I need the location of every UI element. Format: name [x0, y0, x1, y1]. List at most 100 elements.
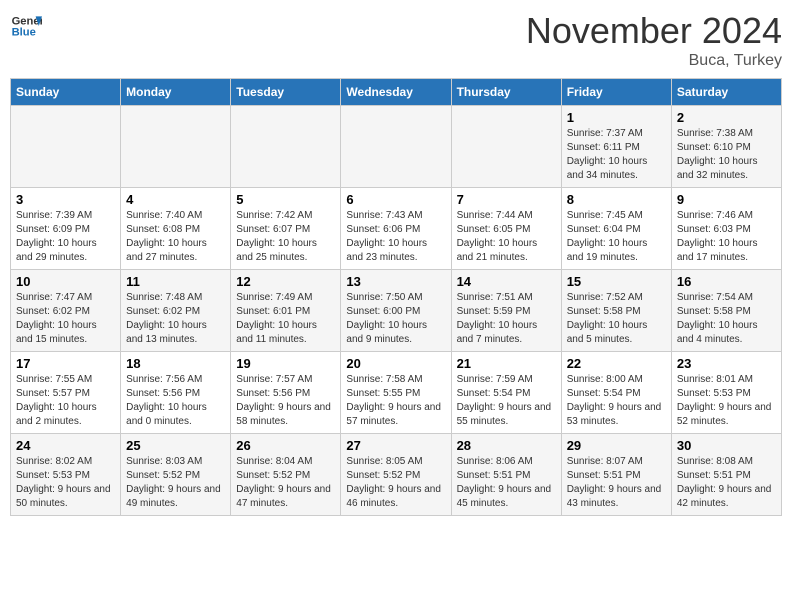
calendar-body: 1 Sunrise: 7:37 AM Sunset: 6:11 PM Daylig…	[11, 106, 782, 516]
day-info: Sunrise: 7:49 AM Sunset: 6:01 PM Dayligh…	[236, 291, 335, 347]
calendar-week-3: 17 Sunrise: 7:55 AM Sunset: 5:57 PM Dayli…	[11, 352, 782, 434]
day-info: Sunrise: 8:08 AM Sunset: 5:51 PM Dayligh…	[677, 455, 776, 511]
location-subtitle: Buca, Turkey	[526, 52, 782, 70]
day-number: 26	[236, 438, 335, 453]
day-info: Sunrise: 7:47 AM Sunset: 6:02 PM Dayligh…	[16, 291, 115, 347]
day-info: Sunrise: 8:05 AM Sunset: 5:52 PM Dayligh…	[346, 455, 445, 511]
day-info: Sunrise: 8:07 AM Sunset: 5:51 PM Dayligh…	[567, 455, 666, 511]
day-info: Sunrise: 8:03 AM Sunset: 5:52 PM Dayligh…	[126, 455, 225, 511]
day-number: 17	[16, 356, 115, 371]
day-number: 5	[236, 192, 335, 207]
calendar-cell: 3 Sunrise: 7:39 AM Sunset: 6:09 PM Daylig…	[11, 188, 121, 270]
calendar-cell: 23Sunrise: 8:01 AM Sunset: 5:53 PM Dayli…	[671, 352, 781, 434]
day-info: Sunrise: 7:39 AM Sunset: 6:09 PM Dayligh…	[16, 209, 115, 265]
calendar-cell	[231, 106, 341, 188]
day-info: Sunrise: 7:57 AM Sunset: 5:56 PM Dayligh…	[236, 373, 335, 429]
day-number: 30	[677, 438, 776, 453]
calendar-header-row: SundayMondayTuesdayWednesdayThursdayFrid…	[11, 79, 782, 106]
day-number: 28	[457, 438, 556, 453]
calendar-cell: 24 Sunrise: 8:02 AM Sunset: 5:53 PM Dayli…	[11, 434, 121, 516]
day-number: 12	[236, 274, 335, 289]
calendar-cell: 28 Sunrise: 8:06 AM Sunset: 5:51 PM Dayli…	[451, 434, 561, 516]
calendar-cell: 8 Sunrise: 7:45 AM Sunset: 6:04 PM Daylig…	[561, 188, 671, 270]
day-info: Sunrise: 7:37 AM Sunset: 6:11 PM Dayligh…	[567, 127, 666, 183]
calendar-cell: 21Sunrise: 7:59 AM Sunset: 5:54 PM Dayli…	[451, 352, 561, 434]
day-info: Sunrise: 8:00 AM Sunset: 5:54 PM Dayligh…	[567, 373, 666, 429]
calendar-cell: 12 Sunrise: 7:49 AM Sunset: 6:01 PM Dayli…	[231, 270, 341, 352]
calendar-cell: 30 Sunrise: 8:08 AM Sunset: 5:51 PM Dayli…	[671, 434, 781, 516]
day-number: 10	[16, 274, 115, 289]
month-title: November 2024	[526, 10, 782, 52]
calendar-cell: 19 Sunrise: 7:57 AM Sunset: 5:56 PM Dayli…	[231, 352, 341, 434]
day-info: Sunrise: 7:54 AM Sunset: 5:58 PM Dayligh…	[677, 291, 776, 347]
day-number: 18	[126, 356, 225, 371]
logo-icon: General Blue	[10, 10, 42, 42]
day-number: 15	[567, 274, 666, 289]
calendar-table: SundayMondayTuesdayWednesdayThursdayFrid…	[10, 78, 782, 516]
day-number: 19	[236, 356, 335, 371]
day-info: Sunrise: 7:38 AM Sunset: 6:10 PM Dayligh…	[677, 127, 776, 183]
day-info: Sunrise: 8:01 AM Sunset: 5:53 PM Dayligh…	[677, 373, 776, 429]
header-day-friday: Friday	[561, 79, 671, 106]
day-number: 9	[677, 192, 776, 207]
day-info: Sunrise: 8:04 AM Sunset: 5:52 PM Dayligh…	[236, 455, 335, 511]
header-day-thursday: Thursday	[451, 79, 561, 106]
page-header: General Blue November 2024 Buca, Turkey	[10, 10, 782, 70]
day-number: 24	[16, 438, 115, 453]
calendar-cell: 16 Sunrise: 7:54 AM Sunset: 5:58 PM Dayli…	[671, 270, 781, 352]
day-info: Sunrise: 7:52 AM Sunset: 5:58 PM Dayligh…	[567, 291, 666, 347]
calendar-cell: 20 Sunrise: 7:58 AM Sunset: 5:55 PM Dayli…	[341, 352, 451, 434]
calendar-cell	[121, 106, 231, 188]
day-info: Sunrise: 8:06 AM Sunset: 5:51 PM Dayligh…	[457, 455, 556, 511]
day-number: 2	[677, 110, 776, 125]
calendar-cell: 10 Sunrise: 7:47 AM Sunset: 6:02 PM Dayli…	[11, 270, 121, 352]
day-info: Sunrise: 7:44 AM Sunset: 6:05 PM Dayligh…	[457, 209, 556, 265]
calendar-cell: 22 Sunrise: 8:00 AM Sunset: 5:54 PM Dayli…	[561, 352, 671, 434]
day-number: 3	[16, 192, 115, 207]
logo: General Blue	[10, 10, 42, 42]
calendar-cell: 2 Sunrise: 7:38 AM Sunset: 6:10 PM Daylig…	[671, 106, 781, 188]
day-number: 25	[126, 438, 225, 453]
calendar-cell: 18 Sunrise: 7:56 AM Sunset: 5:56 PM Dayli…	[121, 352, 231, 434]
day-number: 22	[567, 356, 666, 371]
day-number: 20	[346, 356, 445, 371]
calendar-cell: 9 Sunrise: 7:46 AM Sunset: 6:03 PM Daylig…	[671, 188, 781, 270]
day-info: Sunrise: 7:56 AM Sunset: 5:56 PM Dayligh…	[126, 373, 225, 429]
day-info: Sunrise: 7:45 AM Sunset: 6:04 PM Dayligh…	[567, 209, 666, 265]
day-info: Sunrise: 8:02 AM Sunset: 5:53 PM Dayligh…	[16, 455, 115, 511]
calendar-week-4: 24 Sunrise: 8:02 AM Sunset: 5:53 PM Dayli…	[11, 434, 782, 516]
calendar-cell: 11Sunrise: 7:48 AM Sunset: 6:02 PM Dayli…	[121, 270, 231, 352]
day-info: Sunrise: 7:42 AM Sunset: 6:07 PM Dayligh…	[236, 209, 335, 265]
day-number: 1	[567, 110, 666, 125]
calendar-cell: 15 Sunrise: 7:52 AM Sunset: 5:58 PM Dayli…	[561, 270, 671, 352]
day-info: Sunrise: 7:48 AM Sunset: 6:02 PM Dayligh…	[126, 291, 225, 347]
header-day-tuesday: Tuesday	[231, 79, 341, 106]
day-info: Sunrise: 7:55 AM Sunset: 5:57 PM Dayligh…	[16, 373, 115, 429]
calendar-cell: 7Sunrise: 7:44 AM Sunset: 6:05 PM Daylig…	[451, 188, 561, 270]
day-info: Sunrise: 7:58 AM Sunset: 5:55 PM Dayligh…	[346, 373, 445, 429]
header-day-wednesday: Wednesday	[341, 79, 451, 106]
day-number: 29	[567, 438, 666, 453]
day-info: Sunrise: 7:46 AM Sunset: 6:03 PM Dayligh…	[677, 209, 776, 265]
calendar-cell: 29 Sunrise: 8:07 AM Sunset: 5:51 PM Dayli…	[561, 434, 671, 516]
header-day-monday: Monday	[121, 79, 231, 106]
calendar-week-1: 3 Sunrise: 7:39 AM Sunset: 6:09 PM Daylig…	[11, 188, 782, 270]
day-info: Sunrise: 7:43 AM Sunset: 6:06 PM Dayligh…	[346, 209, 445, 265]
header-day-sunday: Sunday	[11, 79, 121, 106]
day-info: Sunrise: 7:59 AM Sunset: 5:54 PM Dayligh…	[457, 373, 556, 429]
calendar-cell: 26 Sunrise: 8:04 AM Sunset: 5:52 PM Dayli…	[231, 434, 341, 516]
day-number: 13	[346, 274, 445, 289]
day-number: 16	[677, 274, 776, 289]
calendar-week-2: 10 Sunrise: 7:47 AM Sunset: 6:02 PM Dayli…	[11, 270, 782, 352]
calendar-cell	[11, 106, 121, 188]
svg-text:Blue: Blue	[12, 27, 36, 39]
calendar-cell: 17 Sunrise: 7:55 AM Sunset: 5:57 PM Dayli…	[11, 352, 121, 434]
calendar-cell: 4Sunrise: 7:40 AM Sunset: 6:08 PM Daylig…	[121, 188, 231, 270]
calendar-cell	[341, 106, 451, 188]
calendar-cell: 1 Sunrise: 7:37 AM Sunset: 6:11 PM Daylig…	[561, 106, 671, 188]
day-number: 6	[346, 192, 445, 207]
calendar-cell: 6 Sunrise: 7:43 AM Sunset: 6:06 PM Daylig…	[341, 188, 451, 270]
calendar-cell	[451, 106, 561, 188]
day-info: Sunrise: 7:50 AM Sunset: 6:00 PM Dayligh…	[346, 291, 445, 347]
day-number: 8	[567, 192, 666, 207]
